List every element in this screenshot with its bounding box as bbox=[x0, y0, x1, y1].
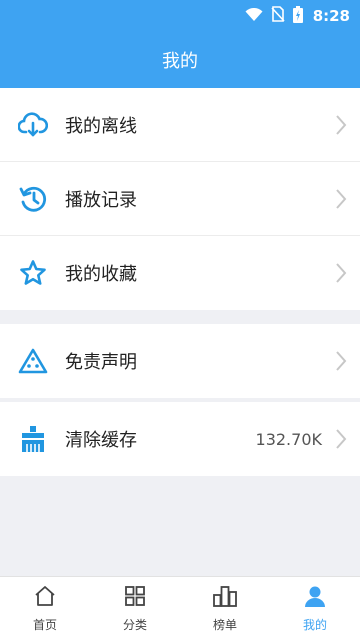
menu-item-label: 我的离线 bbox=[65, 115, 137, 137]
warning-icon bbox=[18, 346, 48, 376]
no-sim-icon bbox=[271, 6, 285, 26]
tab-category[interactable]: 分类 bbox=[90, 577, 180, 640]
menu-item-history[interactable]: 播放记录 bbox=[0, 162, 360, 236]
home-icon bbox=[33, 584, 57, 612]
chevron-right-icon bbox=[334, 428, 348, 450]
history-icon bbox=[18, 184, 48, 214]
tab-label: 榜单 bbox=[212, 618, 237, 632]
menu-item-clear-cache[interactable]: 清除缓存 132.70K bbox=[0, 402, 360, 476]
settings-list: 我的离线 播放记录 我的收藏 免责声明 清除缓存 132.70K bbox=[0, 88, 360, 476]
menu-item-label: 免责声明 bbox=[65, 352, 137, 373]
chevron-right-icon bbox=[334, 114, 348, 136]
menu-item-label: 我的收藏 bbox=[65, 264, 137, 285]
status-time: 8:28 bbox=[312, 7, 350, 25]
menu-item-favorites[interactable]: 我的收藏 bbox=[0, 236, 360, 310]
grid-icon bbox=[123, 584, 147, 612]
chevron-right-icon bbox=[334, 188, 348, 210]
menu-item-label: 播放记录 bbox=[65, 189, 137, 211]
bar-chart-icon bbox=[212, 584, 238, 612]
app-bar: 我的 bbox=[0, 32, 360, 88]
tab-label: 我的 bbox=[302, 618, 327, 632]
chevron-right-icon bbox=[334, 262, 348, 284]
status-bar: 8:28 bbox=[0, 0, 360, 32]
page-title: 我的 bbox=[162, 51, 198, 72]
menu-item-label: 清除缓存 bbox=[65, 430, 137, 451]
menu-item-disclaimer[interactable]: 免责声明 bbox=[0, 324, 360, 398]
section-divider bbox=[0, 310, 360, 324]
menu-group-disclaimer: 免责声明 bbox=[0, 324, 360, 398]
chevron-right-icon bbox=[334, 350, 348, 372]
tab-home[interactable]: 首页 bbox=[0, 577, 90, 640]
star-icon bbox=[18, 258, 48, 288]
cache-size: 132.70K bbox=[255, 429, 322, 449]
menu-item-offline[interactable]: 我的离线 bbox=[0, 88, 360, 162]
bottom-tab-bar: 首页 分类 榜单 我的 bbox=[0, 576, 360, 640]
wifi-icon bbox=[245, 7, 263, 26]
menu-group-cache: 清除缓存 132.70K bbox=[0, 402, 360, 476]
tab-mine[interactable]: 我的 bbox=[270, 577, 360, 640]
cloud-download-icon bbox=[18, 110, 48, 140]
person-icon bbox=[303, 584, 327, 612]
menu-group-primary: 我的离线 播放记录 我的收藏 bbox=[0, 88, 360, 310]
tab-label: 分类 bbox=[122, 618, 147, 632]
broom-icon bbox=[18, 424, 48, 454]
tab-ranking[interactable]: 榜单 bbox=[180, 577, 270, 640]
tab-label: 首页 bbox=[32, 618, 57, 632]
battery-icon bbox=[292, 5, 303, 27]
